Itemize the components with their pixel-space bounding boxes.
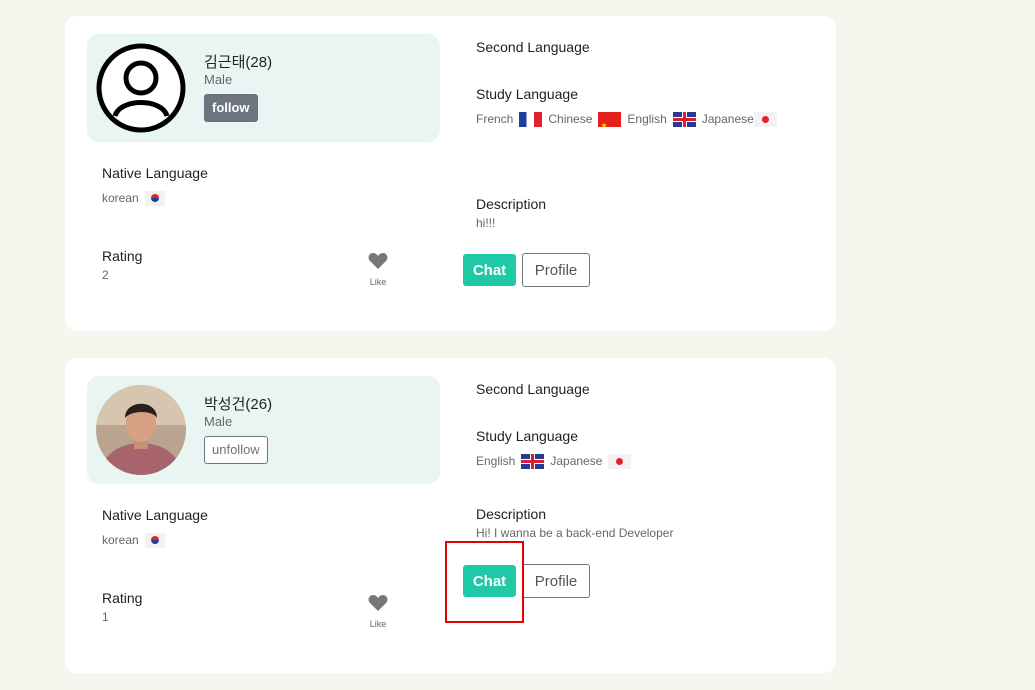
uk-flag-icon: [521, 454, 545, 470]
korea-flag-icon: [144, 533, 165, 549]
rating-value: 2: [102, 268, 109, 282]
like-label: Like: [369, 619, 387, 629]
second-language-label: Second Language: [476, 381, 590, 397]
native-language-label: Native Language: [102, 165, 208, 181]
user-photo-icon: [96, 385, 186, 475]
chat-button[interactable]: Chat: [463, 565, 516, 597]
like-button[interactable]: Like: [367, 252, 389, 287]
korea-flag-icon: [144, 191, 165, 207]
china-flag-icon: [598, 112, 622, 128]
profile-button[interactable]: Profile: [522, 564, 590, 598]
chat-button[interactable]: Chat: [463, 254, 516, 286]
study-language-item: Japanese: [701, 112, 754, 126]
profile-summary: 김근태(28) Male follow: [87, 34, 440, 142]
study-language-item: English: [627, 112, 667, 126]
unfollow-button[interactable]: unfollow: [204, 436, 268, 464]
avatar[interactable]: [96, 43, 186, 133]
study-language-list: English Japanese: [476, 454, 637, 470]
user-name: 박성건(26): [204, 396, 273, 413]
native-language-value: korean: [102, 191, 171, 207]
description-value: hi!!!: [476, 216, 496, 230]
study-language-item: Chinese: [548, 112, 593, 126]
native-language-value: korean: [102, 533, 171, 549]
study-language-list: French Chinese English Japanese: [476, 103, 816, 135]
uk-flag-icon: [672, 112, 696, 128]
rating-value: 1: [102, 610, 109, 624]
user-circle-icon: [96, 43, 186, 133]
user-gender: Male: [204, 72, 233, 87]
rating-label: Rating: [102, 248, 143, 264]
study-language-item: Japanese: [550, 454, 603, 468]
user-name: 김근태(28): [204, 54, 273, 71]
profile-summary: 박성건(26) Male unfollow: [87, 376, 440, 484]
profile-button[interactable]: Profile: [522, 253, 590, 287]
description-label: Description: [476, 196, 547, 212]
heart-icon: [368, 253, 388, 269]
heart-icon: [368, 595, 388, 611]
like-label: Like: [369, 277, 387, 287]
study-language-item: English: [476, 454, 516, 468]
native-language-text: korean: [102, 191, 139, 205]
study-language-item: French: [476, 112, 514, 126]
like-button[interactable]: Like: [367, 594, 389, 629]
user-card: 박성건(26) Male unfollow Native Language ko…: [65, 358, 836, 673]
user-gender: Male: [204, 414, 233, 429]
study-language-label: Study Language: [476, 86, 578, 102]
study-language-label: Study Language: [476, 428, 578, 444]
rating-label: Rating: [102, 590, 143, 606]
description-value: Hi! I wanna be a back-end Developer: [476, 526, 674, 540]
france-flag-icon: [519, 112, 543, 128]
avatar[interactable]: [96, 385, 186, 475]
follow-button[interactable]: follow: [204, 94, 258, 122]
japan-flag-icon: [753, 112, 777, 128]
description-label: Description: [476, 506, 547, 522]
native-language-label: Native Language: [102, 507, 208, 523]
second-language-label: Second Language: [476, 39, 590, 55]
japan-flag-icon: [608, 454, 632, 470]
user-card: 김근태(28) Male follow Native Language kore…: [65, 16, 836, 331]
native-language-text: korean: [102, 533, 139, 547]
